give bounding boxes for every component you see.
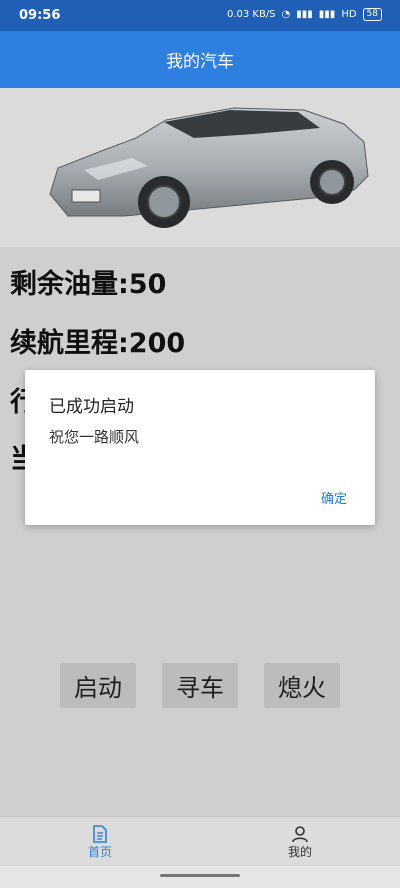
person-icon (291, 825, 309, 843)
status-icons: 0.03 KB/S ◔ ▮▮▮ ▮▮▮ HD 58 (227, 8, 382, 21)
signal-icon: ▮▮▮ (296, 9, 313, 20)
dialog-message: 祝您一路顺风 (49, 428, 140, 446)
hd-label: HD (341, 9, 357, 20)
nav-home-label: 首页 (87, 844, 112, 859)
nav-me-label: 我的 (287, 844, 312, 859)
network-speed: 0.03 KB/S (226, 9, 276, 20)
status-bar: 09:56 0.03 KB/S ◔ ▮▮▮ ▮▮▮ HD 58 (0, 0, 400, 31)
app-bar: 我的汽车 (0, 31, 400, 88)
signal-icon-2: ▮▮▮ (318, 9, 336, 20)
nav-me[interactable]: 我的 (200, 817, 400, 867)
dialog-title: 已成功启动 (49, 397, 134, 417)
wifi-icon: ◔ (281, 9, 291, 20)
gesture-handle[interactable] (160, 874, 240, 877)
page-title: 我的汽车 (166, 52, 234, 72)
start-success-dialog: 已成功启动 祝您一路顺风 确定 (25, 370, 375, 525)
gesture-area (0, 866, 400, 888)
battery-icon: 58 (362, 8, 382, 21)
document-icon (92, 824, 108, 843)
status-time: 09:56 (19, 8, 61, 23)
dialog-ok-button[interactable]: 确定 (321, 488, 347, 507)
nav-home[interactable]: 首页 (0, 817, 200, 867)
bottom-navigation: 首页 我的 (0, 816, 400, 867)
